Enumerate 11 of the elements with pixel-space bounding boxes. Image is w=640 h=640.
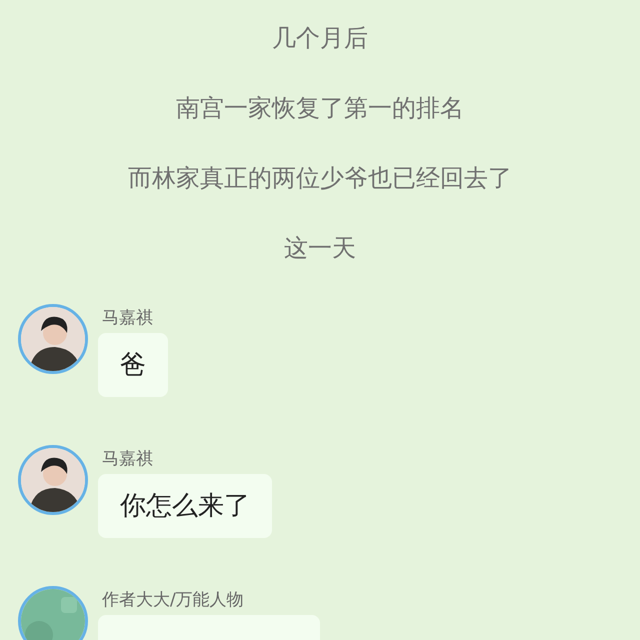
- sender-name: 马嘉祺: [102, 448, 154, 470]
- narration-text: 南宫一家恢复了第一的排名: [176, 93, 464, 124]
- narration-text: 而林家真正的两位少爷也已经回去了: [128, 163, 512, 194]
- message-bubble: 爸: [98, 333, 168, 397]
- avatar-icon: [18, 304, 88, 374]
- avatar-icon: [18, 445, 88, 515]
- narration-text: 几个月后: [272, 23, 368, 54]
- narration-text: 这一天: [284, 233, 356, 264]
- message-bubble: 你怎么来了: [98, 474, 272, 538]
- sender-name: 作者大大/万能人物: [102, 589, 245, 611]
- sender-name: 马嘉祺: [102, 307, 154, 329]
